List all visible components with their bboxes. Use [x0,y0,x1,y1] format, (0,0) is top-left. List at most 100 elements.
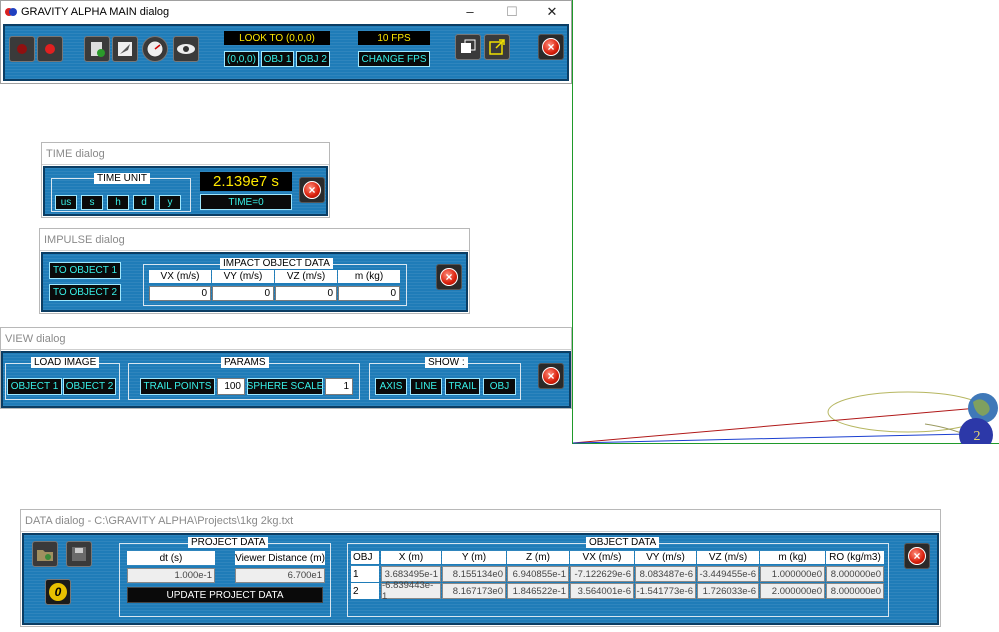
folder-icon [37,550,53,561]
time-dialog-title: TIME dialog [42,143,329,165]
time-dialog: TIME dialog TIME UNIT us s h d y 2.139e7… [41,142,330,218]
time-unit-label: TIME UNIT [94,173,150,184]
look-origin-button[interactable]: (0,0,0) [224,51,259,67]
object-data-cell[interactable]: 2.000000e0 [760,583,825,599]
load-image-label: LOAD IMAGE [31,357,100,368]
minimize-button[interactable]: – [449,1,491,23]
rocket-button[interactable] [112,36,138,62]
eye-icon [177,44,195,54]
change-fps-button[interactable]: CHANGE FPS [358,51,430,67]
view-dialog-title: VIEW dialog [1,328,571,350]
update-project-button[interactable]: UPDATE PROJECT DATA [127,587,323,603]
time-close-button[interactable]: × [299,177,325,203]
show-obj-button[interactable]: OBJ [483,378,516,395]
info-button[interactable]: 0 [45,579,71,605]
object-col-header: OBJ [351,551,379,564]
unit-d-button[interactable]: d [133,195,155,210]
scene-viewport[interactable]: 2 [572,0,999,444]
impulse-to-object1-button[interactable]: TO OBJECT 1 [49,262,121,279]
object-data-cell[interactable]: -1.541773e-6 [635,583,696,599]
main-panel: LOOK TO (0,0,0) (0,0,0) OBJ 1 OBJ 2 10 F… [3,24,569,81]
sphere-scale-input[interactable]: 1 [325,378,353,395]
project-data-label: PROJECT DATA [188,537,269,548]
close-icon: × [542,367,560,385]
time-reset-button[interactable]: TIME=0 [200,194,292,210]
object-data-cell[interactable]: -6.839443e-1 [381,580,441,602]
object-2-label: 2 [974,429,981,444]
windows-icon [461,39,476,53]
window-mode-button[interactable] [455,34,481,60]
sphere-scale-button[interactable]: SPHERE SCALE [247,378,323,395]
vz-input[interactable]: 0 [275,286,337,301]
gauge-button[interactable] [142,36,168,62]
object-col-header: Y (m) [442,551,506,564]
object-data-cell[interactable]: 8.155134e0 [442,566,506,582]
object-data-cell[interactable]: 1.000000e0 [760,566,825,582]
close-icon: × [542,38,560,56]
trail-points-button[interactable]: TRAIL POINTS [140,378,215,395]
impulse-close-button[interactable]: × [436,264,462,290]
load-object1-button[interactable]: OBJECT 1 [7,378,62,395]
close-icon: × [303,181,321,199]
object-data-cell[interactable]: 8.000000e0 [826,566,884,582]
line-to-object-1 [573,407,979,444]
info-icon: 0 [49,583,67,601]
unit-us-button[interactable]: us [55,195,77,210]
save-icon [72,547,86,561]
vx-input[interactable]: 0 [149,286,211,301]
main-close-button[interactable]: × [538,34,564,60]
record-dot-icon [45,44,55,54]
impulse-to-object2-button[interactable]: TO OBJECT 2 [49,284,121,301]
popout-icon [489,39,505,55]
viewer-distance-value[interactable]: 6.700e1 [235,568,325,583]
object-data-cell[interactable]: -7.122629e-6 [570,566,634,582]
eye-button[interactable] [173,36,199,62]
view-close-button[interactable]: × [538,363,564,389]
popout-button[interactable] [484,34,510,60]
show-axis-button[interactable]: AXIS [375,378,407,395]
record-button-1[interactable] [9,36,35,62]
object-data-cell[interactable]: 8.083487e-6 [635,566,696,582]
new-document-button[interactable] [84,36,110,62]
load-object2-button[interactable]: OBJECT 2 [63,378,116,395]
look-obj2-button[interactable]: OBJ 2 [296,51,330,67]
object-data-cell[interactable]: 1.726033e-6 [697,583,759,599]
object-data-cell[interactable]: 8.000000e0 [826,583,884,599]
show-trail-button[interactable]: TRAIL [445,378,480,395]
look-obj1-button[interactable]: OBJ 1 [261,51,294,67]
close-icon: × [440,268,458,286]
mass-input[interactable]: 0 [338,286,400,301]
close-icon: × [908,547,926,565]
main-titlebar: GRAVITY ALPHA MAIN dialog – ☐ ✕ [1,1,571,23]
trail-points-input[interactable]: 100 [217,378,245,395]
open-file-button[interactable] [32,541,58,567]
object-data-cell[interactable]: 6.940855e-1 [507,566,569,582]
vx-header: VX (m/s) [149,270,211,283]
impulse-panel: TO OBJECT 1 TO OBJECT 2 IMPACT OBJECT DA… [41,252,468,312]
dt-value[interactable]: 1.000e-1 [127,568,215,583]
data-dialog: DATA dialog - C:\GRAVITY ALPHA\Projects\… [20,509,941,627]
record-dot-icon [17,44,27,54]
object-data-cell[interactable]: -3.449455e-6 [697,566,759,582]
save-file-button[interactable] [66,541,92,567]
object-col-header: VY (m/s) [635,551,696,564]
params-label: PARAMS [221,357,269,368]
maximize-button[interactable]: ☐ [491,1,533,23]
object-data-cell[interactable]: 3.564001e-6 [570,583,634,599]
unit-h-button[interactable]: h [107,195,129,210]
show-label: SHOW : [425,357,468,368]
time-panel: TIME UNIT us s h d y 2.139e7 s TIME=0 × [43,166,328,216]
view-panel: LOAD IMAGE OBJECT 1 OBJECT 2 PARAMS TRAI… [1,351,571,408]
unit-s-button[interactable]: s [81,195,103,210]
window-close-button[interactable]: ✕ [531,1,573,23]
record-button-2[interactable] [37,36,63,62]
vy-input[interactable]: 0 [212,286,274,301]
mass-header: m (kg) [338,270,400,283]
object-data-cell[interactable]: 8.167173e0 [442,583,506,599]
show-line-button[interactable]: LINE [410,378,442,395]
impact-data-label: IMPACT OBJECT DATA [220,258,333,269]
data-close-button[interactable]: × [904,543,930,569]
document-icon [91,42,105,57]
object-data-cell[interactable]: 1.846522e-1 [507,583,569,599]
unit-y-button[interactable]: y [159,195,181,210]
